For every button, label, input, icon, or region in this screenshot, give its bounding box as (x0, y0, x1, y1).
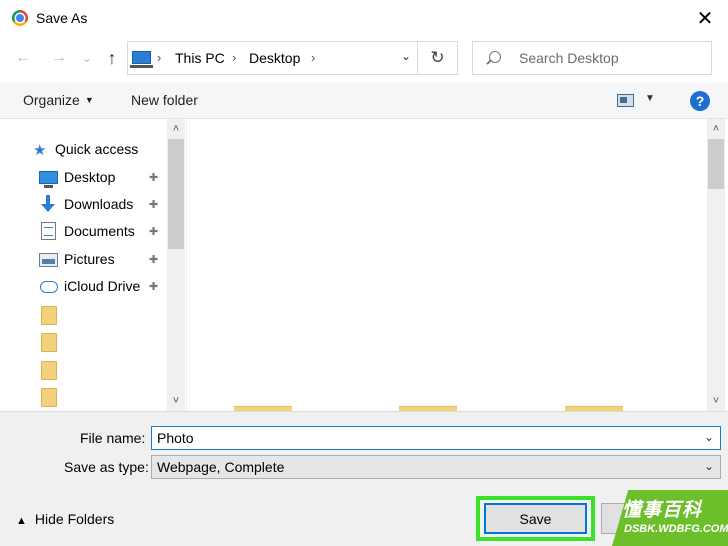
icloud-icon (40, 281, 58, 293)
save-as-type-select[interactable]: Webpage, Complete ⌄ (151, 455, 721, 479)
scroll-up-icon[interactable]: ˄ (707, 120, 725, 138)
sidebar-item-label: Quick access (55, 141, 139, 157)
refresh-icon: ↻ (430, 48, 445, 67)
hide-folders-button[interactable]: ▲ Hide Folders (16, 511, 114, 527)
hide-folders-label: Hide Folders (34, 511, 115, 527)
folder-icon[interactable] (41, 388, 57, 407)
address-dropdown-icon[interactable]: ⌄ (401, 49, 411, 63)
pin-icon: ✚ (149, 226, 159, 238)
pin-icon: ✚ (149, 199, 159, 211)
breadcrumb-desktop[interactable]: Desktop (249, 50, 300, 66)
scrollbar-thumb[interactable] (708, 139, 724, 189)
scroll-down-icon[interactable]: ˅ (167, 392, 185, 410)
close-button[interactable]: ✕ (682, 0, 728, 36)
breadcrumb-separator[interactable]: › (311, 50, 315, 65)
file-list-area[interactable]: ˄ ˅ (186, 119, 728, 411)
view-dropdown-icon[interactable]: ▼ (645, 93, 655, 104)
search-box[interactable] (472, 41, 712, 75)
up-button[interactable]: ↑ (101, 46, 123, 70)
organize-button[interactable]: Organize ▼ (23, 92, 94, 108)
command-toolbar: Organize ▼ New folder ▼ ? (0, 83, 728, 119)
desktop-icon (39, 171, 58, 188)
scrollbar-thumb[interactable] (168, 139, 184, 249)
view-options-icon[interactable] (617, 94, 634, 107)
downloads-icon (41, 195, 55, 215)
file-name-input[interactable] (157, 429, 677, 447)
address-bar[interactable]: › This PC › Desktop › ⌄ (127, 41, 418, 75)
sidebar-item-label: Downloads (64, 196, 134, 212)
forward-button[interactable]: → (48, 46, 70, 70)
organize-label: Organize (23, 92, 80, 108)
chrome-icon (12, 10, 28, 26)
breadcrumb-this-pc[interactable]: This PC (175, 50, 225, 66)
sidebar-item-quick-access[interactable]: ★ Quick access (0, 137, 167, 163)
sidebar-item-downloads[interactable]: Downloads ✚ (0, 192, 167, 218)
sidebar-item-label: Desktop (64, 169, 116, 185)
sidebar-item-icloud-drive[interactable]: iCloud Drive ✚ (0, 274, 167, 300)
breadcrumb-separator[interactable]: › (232, 50, 236, 65)
sidebar-item-label: iCloud Drive (64, 278, 141, 294)
pictures-icon (39, 253, 58, 267)
save-as-type-label: Save as type: (64, 459, 149, 475)
scroll-up-icon[interactable]: ˄ (167, 120, 185, 138)
recent-locations-button[interactable]: ⌄ (76, 46, 98, 70)
chevron-up-icon: ▲ (16, 515, 27, 527)
scroll-down-icon[interactable]: ˅ (707, 392, 725, 410)
file-list-scrollbar[interactable]: ˄ ˅ (707, 119, 725, 411)
navigation-pane: ★ Quick access Desktop ✚ Downloads ✚ Doc… (0, 119, 186, 411)
title-bar: Save As ✕ (0, 0, 728, 36)
watermark-text: 懂事百科 (622, 499, 703, 521)
watermark-url: DSBK.WDBFG.COM (624, 523, 728, 535)
chevron-down-icon[interactable]: ⌄ (704, 459, 714, 473)
back-button[interactable]: ← (12, 46, 34, 70)
sidebar-scrollbar[interactable]: ˄ ˅ (167, 119, 185, 411)
sidebar-item-pictures[interactable]: Pictures ✚ (0, 247, 167, 273)
sidebar-item-label: Pictures (64, 251, 115, 267)
pin-icon: ✚ (149, 281, 159, 293)
folder-icon[interactable] (41, 306, 57, 325)
sidebar-item-documents[interactable]: Documents ✚ (0, 219, 167, 245)
sidebar-item-desktop[interactable]: Desktop ✚ (0, 165, 167, 191)
folder-icon[interactable] (41, 361, 57, 380)
this-pc-icon (130, 51, 153, 68)
folder-icon[interactable] (41, 333, 57, 352)
new-folder-button[interactable]: New folder (131, 92, 198, 108)
watermark-badge: 懂事百科 DSBK.WDBFG.COM (612, 490, 728, 546)
search-input[interactable] (519, 48, 704, 68)
breadcrumb-separator[interactable]: › (157, 50, 161, 65)
search-icon (489, 51, 501, 63)
star-icon: ★ (33, 142, 47, 159)
window-title: Save As (36, 10, 88, 26)
file-name-field[interactable]: ⌄ (151, 426, 721, 450)
sidebar-item-label: Documents (64, 223, 135, 239)
pin-icon: ✚ (149, 172, 159, 184)
help-icon[interactable]: ? (690, 91, 710, 111)
chevron-down-icon: ▼ (84, 95, 94, 105)
pin-icon: ✚ (149, 254, 159, 266)
save-button[interactable]: Save (484, 503, 587, 534)
file-name-label: File name: (80, 430, 146, 446)
save-as-type-value: Webpage, Complete (157, 459, 285, 475)
refresh-button[interactable]: ↻ (418, 41, 458, 75)
documents-icon (41, 222, 56, 240)
chevron-down-icon[interactable]: ⌄ (704, 430, 714, 444)
